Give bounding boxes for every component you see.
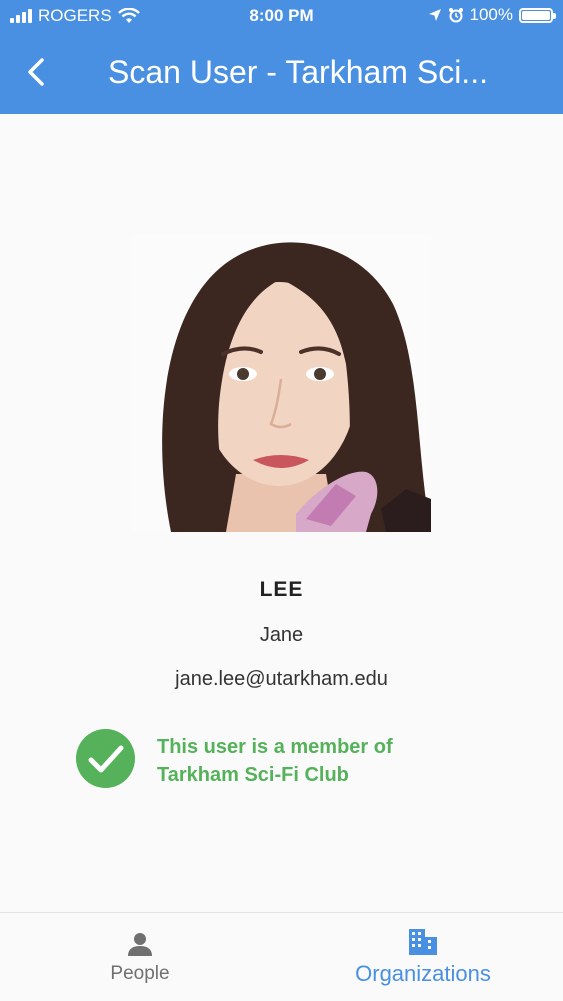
last-name: LEE	[259, 578, 304, 601]
person-icon	[128, 933, 152, 956]
first-name: Jane	[259, 624, 304, 646]
nav-organizations-tab[interactable]: Organizations	[330, 913, 516, 1001]
chevron-left-icon	[28, 58, 44, 86]
location-arrow-icon	[428, 9, 441, 21]
nav-organizations-label: Organizations	[355, 961, 491, 986]
alarm-icon	[448, 8, 463, 23]
user-photo	[131, 234, 431, 532]
membership-message: This user is a member of Tarkham Sci-Fi …	[157, 733, 477, 789]
battery-icon	[519, 7, 556, 23]
building-icon	[409, 929, 437, 955]
membership-line-1: This user is a member of	[157, 736, 393, 758]
back-button[interactable]	[16, 52, 56, 92]
membership-line-2: Tarkham Sci-Fi Club	[157, 764, 349, 786]
battery-percent: 100%	[469, 5, 513, 24]
bottom-navigation: People Organizations	[0, 912, 563, 1001]
nav-people-label: People	[110, 963, 170, 984]
check-circle-icon	[76, 729, 135, 788]
page-title: Scan User - Tarkham Sci...	[108, 54, 488, 90]
header: ROGERS 8:00 PM 100% Scan User - Tarkham …	[0, 0, 563, 114]
email-address: jane.lee@utarkham.edu	[175, 668, 388, 690]
nav-people-tab[interactable]: People	[90, 913, 190, 1001]
app-bar: Scan User - Tarkham Sci...	[0, 32, 563, 114]
status-bar: ROGERS 8:00 PM 100%	[0, 0, 563, 32]
